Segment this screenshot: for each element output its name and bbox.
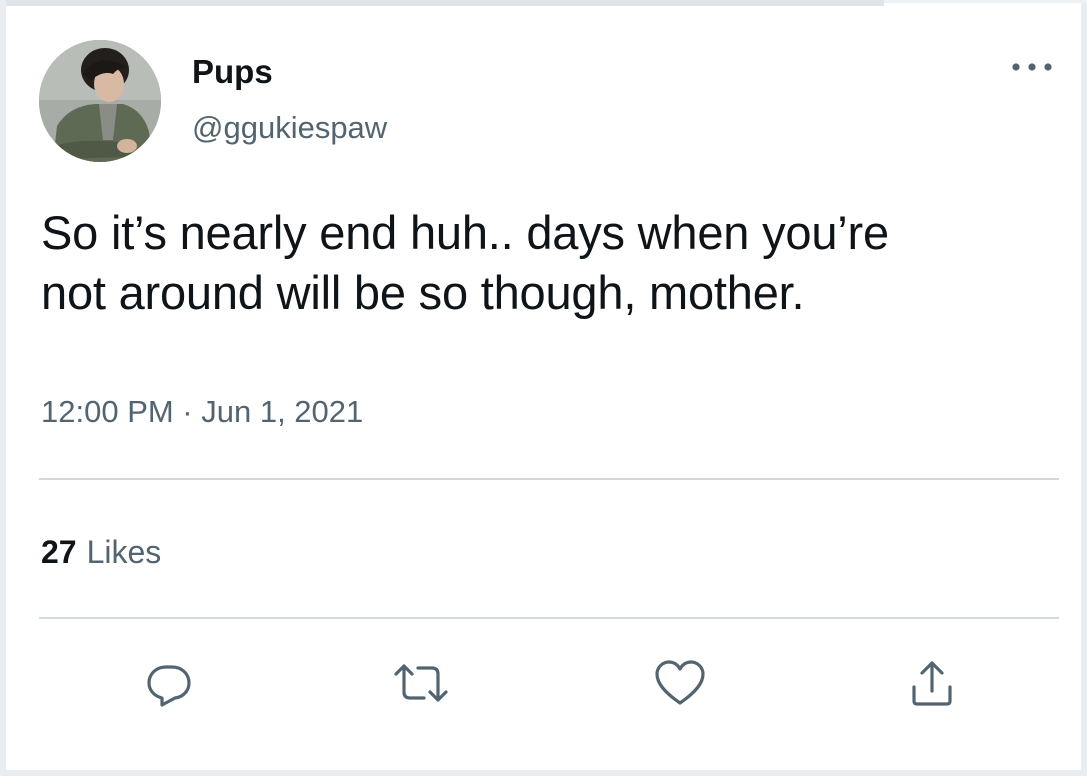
tweet-text: So it’s nearly end huh.. days when you’r… <box>41 203 1061 323</box>
avatar-photo <box>39 40 161 162</box>
tweet-card: Pups @ggukiespaw So it’s nearly end huh.… <box>0 0 1087 776</box>
more-dots-icon <box>1012 63 1052 71</box>
tweet-text-line-2: not around will be so though, mother. <box>41 266 805 319</box>
divider-bottom <box>39 617 1059 619</box>
author-display-name[interactable]: Pups <box>192 52 273 92</box>
heart-icon <box>655 660 705 705</box>
likes-label: Likes <box>86 534 162 570</box>
avatar[interactable] <box>39 40 161 162</box>
retweet-button[interactable] <box>391 653 451 713</box>
likes-stat[interactable]: 27 Likes <box>41 530 161 574</box>
share-icon <box>912 661 952 706</box>
like-button[interactable] <box>650 653 710 713</box>
reply-button[interactable] <box>139 653 199 713</box>
top-edge-bar <box>6 0 884 6</box>
top-edge-bar-right <box>884 0 1087 3</box>
likes-count: 27 <box>41 534 77 570</box>
tweet-text-line-1: So it’s nearly end huh.. days when you’r… <box>41 206 889 259</box>
more-options-button[interactable] <box>1006 52 1058 82</box>
reply-icon <box>147 665 191 707</box>
tweet-timestamp[interactable]: 12:00 PM · Jun 1, 2021 <box>41 390 363 434</box>
divider-top <box>39 478 1059 480</box>
retweet-icon <box>394 664 448 702</box>
share-button[interactable] <box>902 653 962 713</box>
author-handle[interactable]: @ggukiespaw <box>192 108 387 148</box>
